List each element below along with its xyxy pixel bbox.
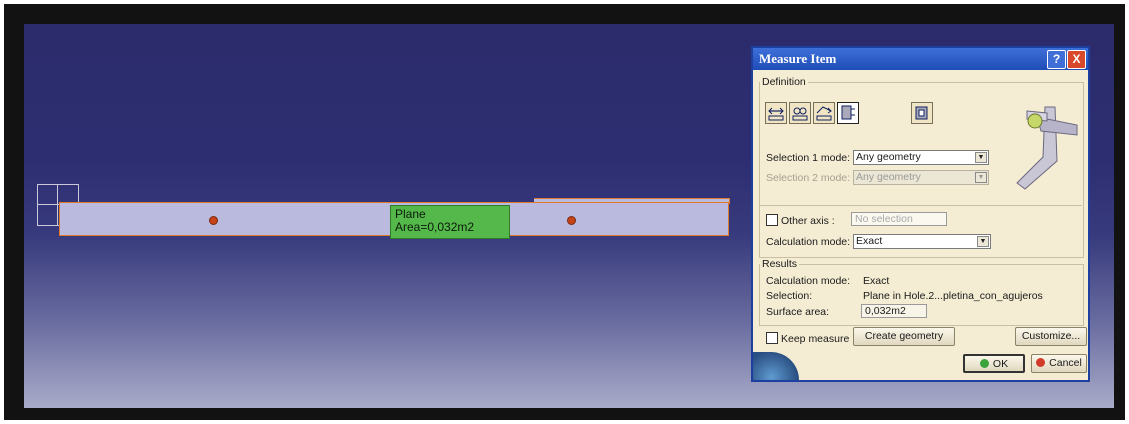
calc-mode-value: Exact: [856, 235, 883, 247]
measure-between-fan-icon[interactable]: [813, 102, 835, 124]
selection2-label: Selection 2 mode:: [766, 172, 851, 184]
ok-icon: [979, 359, 989, 368]
result-selection-value: Plane in Hole.2...pletina_con_agujeros: [863, 290, 1043, 302]
dialog-titlebar[interactable]: Measure Item ? X: [753, 48, 1088, 70]
calc-mode-dropdown[interactable]: Exact ▼: [853, 234, 991, 249]
help-button[interactable]: ?: [1047, 50, 1066, 69]
hole-left[interactable]: [209, 216, 218, 225]
hole-right[interactable]: [567, 216, 576, 225]
measure-thickness-icon[interactable]: [911, 102, 933, 124]
chevron-down-icon[interactable]: ▼: [977, 236, 989, 247]
results-legend: Results: [762, 258, 798, 270]
ok-label: OK: [992, 358, 1009, 370]
cancel-label: Cancel: [1049, 357, 1082, 369]
keep-measure-label: Keep measure: [781, 333, 850, 345]
cancel-icon: [1036, 358, 1046, 367]
keep-measure-checkbox[interactable]: [766, 332, 778, 344]
definition-legend: Definition: [762, 76, 806, 88]
result-selection-label: Selection:: [766, 290, 813, 302]
caliper-illustration-icon: [997, 101, 1081, 191]
selection1-label: Selection 1 mode:: [766, 152, 851, 164]
other-axis-checkbox[interactable]: [766, 214, 778, 226]
measure-annotation-label[interactable]: Plane Area=0,032m2: [390, 205, 510, 239]
result-calc-mode-value: Exact: [863, 275, 890, 287]
other-axis-row: Other axis :: [766, 214, 835, 227]
result-calc-mode-label: Calculation mode:: [766, 275, 851, 287]
result-surface-field: 0,032m2: [861, 304, 927, 318]
globe-logo-icon: [753, 352, 799, 380]
measure-between-chain-icon[interactable]: [789, 102, 811, 124]
customize-button[interactable]: Customize...: [1015, 327, 1087, 346]
separator: [759, 205, 1082, 206]
ok-button[interactable]: OK: [963, 354, 1025, 373]
measure-item-icon[interactable]: [837, 102, 859, 124]
selection2-value: Any geometry: [856, 171, 921, 183]
measure-item-dialog: Measure Item ? X Definition Selection 1 …: [751, 46, 1090, 382]
selection2-dropdown: Any geometry ▼: [853, 170, 989, 185]
cancel-button[interactable]: Cancel: [1031, 354, 1087, 373]
selection1-dropdown[interactable]: Any geometry ▼: [853, 150, 989, 165]
calc-mode-label: Calculation mode:: [766, 236, 851, 248]
close-button[interactable]: X: [1067, 50, 1086, 69]
annotation-line-2: Area=0,032m2: [395, 220, 475, 234]
keep-measure-row: Keep measure: [766, 332, 849, 345]
other-axis-label: Other axis :: [781, 215, 835, 227]
measure-between-icon[interactable]: [765, 102, 787, 124]
create-geometry-button[interactable]: Create geometry: [853, 327, 955, 346]
other-axis-field: No selection: [851, 212, 947, 226]
chevron-down-icon[interactable]: ▼: [975, 152, 987, 163]
result-surface-label: Surface area:: [766, 306, 830, 318]
selection1-value: Any geometry: [856, 151, 921, 163]
chevron-down-icon: ▼: [975, 172, 987, 183]
dialog-title: Measure Item: [759, 51, 837, 66]
